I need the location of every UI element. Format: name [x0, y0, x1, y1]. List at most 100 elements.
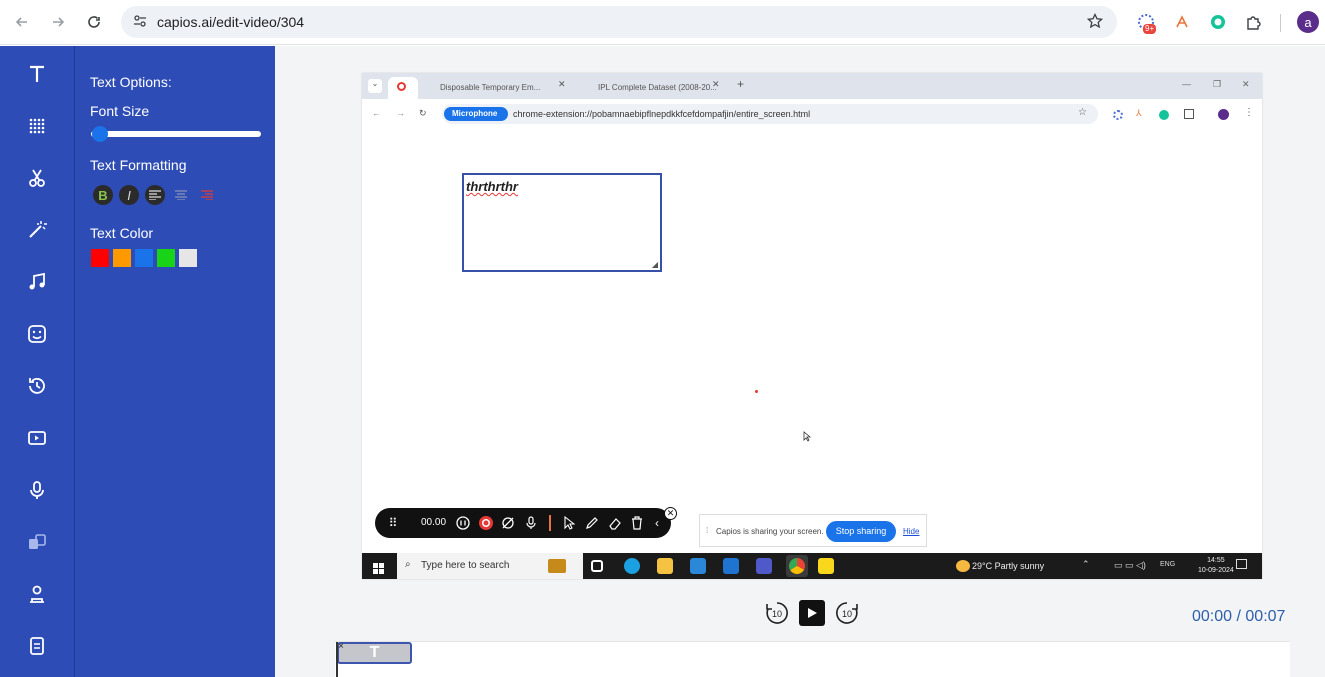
recorded-tab-1: Disposable Temporary Em...	[440, 83, 541, 92]
color-swatch-red[interactable]	[91, 249, 109, 267]
tab-close-icon: ✕	[712, 79, 720, 89]
align-right-icon	[201, 190, 213, 200]
playhead[interactable]	[336, 642, 338, 677]
svg-text:10: 10	[842, 609, 852, 619]
eraser-icon	[607, 515, 623, 531]
align-center-button[interactable]	[171, 185, 191, 205]
timeline-track[interactable]	[335, 641, 1290, 677]
rewind-10-button[interactable]: 10	[764, 600, 790, 626]
align-left-button[interactable]	[145, 185, 165, 205]
recorded-pdf-icon: ⅄	[1136, 108, 1142, 118]
recording-timer: 00.00	[421, 517, 447, 528]
color-swatch-orange[interactable]	[113, 249, 131, 267]
text-options-panel: Text Options: Font Size Text Formatting …	[75, 46, 275, 677]
tab-close-icon: ✕	[558, 79, 566, 89]
recorded-back-icon: ←	[372, 108, 381, 118]
extension-badge: 9+	[1143, 24, 1157, 34]
toolbar-separator	[549, 515, 551, 531]
resize-handle-icon[interactable]: ◢	[652, 260, 658, 269]
play-button[interactable]	[799, 600, 825, 626]
media-icon[interactable]	[23, 424, 51, 452]
pause-icon	[455, 515, 471, 531]
history-icon[interactable]	[23, 372, 51, 400]
collapse-icon: ‹	[655, 516, 659, 530]
taskbar-weather: 29°C Partly sunny	[972, 561, 1045, 571]
banner-grip-icon: ⁞	[706, 526, 709, 535]
panel-title: Text Options:	[90, 74, 172, 90]
scissors-icon[interactable]	[23, 164, 51, 192]
extension-pdf-icon[interactable]	[1172, 12, 1192, 32]
overlay-text[interactable]: thrthrthr	[466, 179, 518, 194]
font-size-label: Font Size	[90, 103, 150, 119]
export-icon[interactable]	[23, 632, 51, 660]
recording-toolbar: ⠿ 00.00 ‹	[375, 508, 671, 538]
task-view-icon	[591, 560, 603, 572]
sticker-icon[interactable]	[23, 320, 51, 348]
tray-language: ENG	[1160, 561, 1176, 568]
italic-button[interactable]: I	[119, 185, 139, 205]
chrome-active-app	[786, 555, 808, 577]
microphone-chip: Microphone	[444, 107, 508, 121]
edge-icon	[624, 558, 640, 574]
play-icon	[808, 608, 817, 618]
forward-icon[interactable]	[47, 11, 69, 33]
color-swatch-blue[interactable]	[135, 249, 153, 267]
tray-chevron-icon: ⌃	[1082, 559, 1090, 569]
color-swatch-white[interactable]	[179, 249, 197, 267]
site-info-icon[interactable]	[133, 14, 147, 33]
app-root: capios.ai/edit-video/304 9+ a Text Optio…	[0, 0, 1325, 677]
address-bar[interactable]: capios.ai/edit-video/304	[121, 6, 1117, 38]
overlay-text-box[interactable]: thrthrthr ◢	[462, 173, 662, 272]
url-text[interactable]: capios.ai/edit-video/304	[157, 14, 304, 30]
profile-avatar[interactable]: a	[1297, 11, 1319, 33]
chrome-icon	[789, 558, 805, 574]
toolbar-divider	[1280, 14, 1281, 32]
text-color-label: Text Color	[90, 225, 154, 241]
record-icon	[397, 82, 406, 91]
extensions-puzzle-icon[interactable]	[1244, 12, 1264, 32]
text-clip[interactable]: T	[337, 642, 412, 664]
rewind-10-icon: 10	[766, 602, 788, 624]
file-explorer-icon	[657, 558, 673, 574]
font-size-slider-thumb[interactable]	[92, 126, 108, 142]
microphone-icon[interactable]	[23, 476, 51, 504]
clip-close-icon[interactable]: ×	[338, 641, 344, 652]
stop-record-icon	[478, 515, 494, 531]
color-swatch-green[interactable]	[157, 249, 175, 267]
transition-icon[interactable]	[23, 528, 51, 556]
bookmark-star-icon[interactable]	[1086, 12, 1104, 34]
recorded-grammar-icon	[1159, 110, 1169, 120]
total-time: 00:07	[1245, 608, 1286, 625]
windows-start-icon	[373, 561, 384, 579]
forward-10-icon: 10	[836, 602, 858, 624]
reload-icon[interactable]	[83, 11, 105, 33]
extension-grammar-icon[interactable]	[1208, 12, 1228, 32]
current-time: 00:00	[1192, 608, 1233, 625]
font-size-slider[interactable]	[91, 131, 261, 137]
playback-timecode: 00:00 / 00:07	[1192, 608, 1285, 626]
bold-button[interactable]: B	[93, 185, 113, 205]
back-icon[interactable]	[11, 11, 33, 33]
window-close-icon: ✕	[1242, 79, 1250, 89]
music-icon[interactable]	[23, 268, 51, 296]
recorded-star-icon: ☆	[1078, 107, 1087, 118]
recorded-ext-icon	[1113, 110, 1123, 120]
recorded-forward-icon: →	[396, 108, 405, 118]
sharing-banner: ⁞ Capios is sharing your screen. Stop sh…	[699, 514, 927, 547]
stop-sharing-button: Stop sharing	[826, 521, 896, 542]
taskbar-clock: 14:55 10-09-2024	[1198, 556, 1234, 576]
align-right-button[interactable]	[197, 185, 217, 205]
forward-10-button[interactable]: 10	[834, 600, 860, 626]
clock-time: 14:55	[1207, 557, 1225, 564]
new-tab-icon: +	[737, 77, 745, 91]
taskbar-search-icon: ⌕	[405, 559, 411, 570]
taskbar-briefcase-icon	[548, 559, 566, 573]
sticky-notes-icon	[818, 558, 834, 574]
recorded-puzzle-icon	[1184, 109, 1194, 119]
blur-tool-icon[interactable]	[23, 112, 51, 140]
video-preview[interactable]: ⌄ Disposable Temporary Em... ✕ IPL Compl…	[362, 73, 1262, 579]
avatar-stamp-icon[interactable]	[23, 580, 51, 608]
recorded-tab-strip: ⌄ Disposable Temporary Em... ✕ IPL Compl…	[362, 73, 1262, 99]
text-tool-icon[interactable]	[23, 60, 51, 88]
magic-wand-icon[interactable]	[23, 216, 51, 244]
